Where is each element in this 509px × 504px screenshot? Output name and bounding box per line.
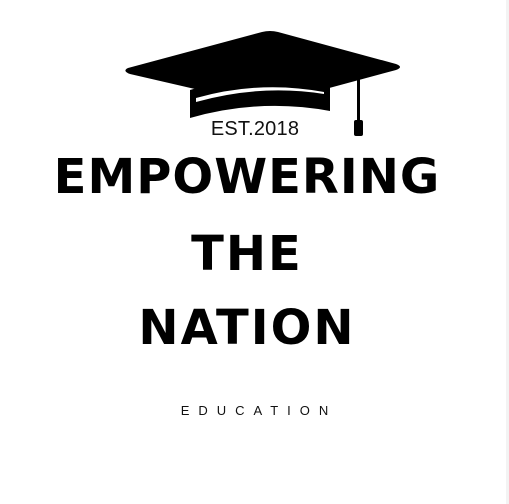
established-year: EST.2018 (210, 118, 300, 140)
title-line-1: EMPOWERING (53, 149, 441, 205)
title-line-2: THE (191, 226, 303, 282)
title-line-3: NATION (138, 300, 356, 356)
tagline: EDUCATION (180, 403, 338, 418)
logo-canvas: EST.2018 EMPOWERING THE NATION EDUCATION (0, 0, 509, 504)
